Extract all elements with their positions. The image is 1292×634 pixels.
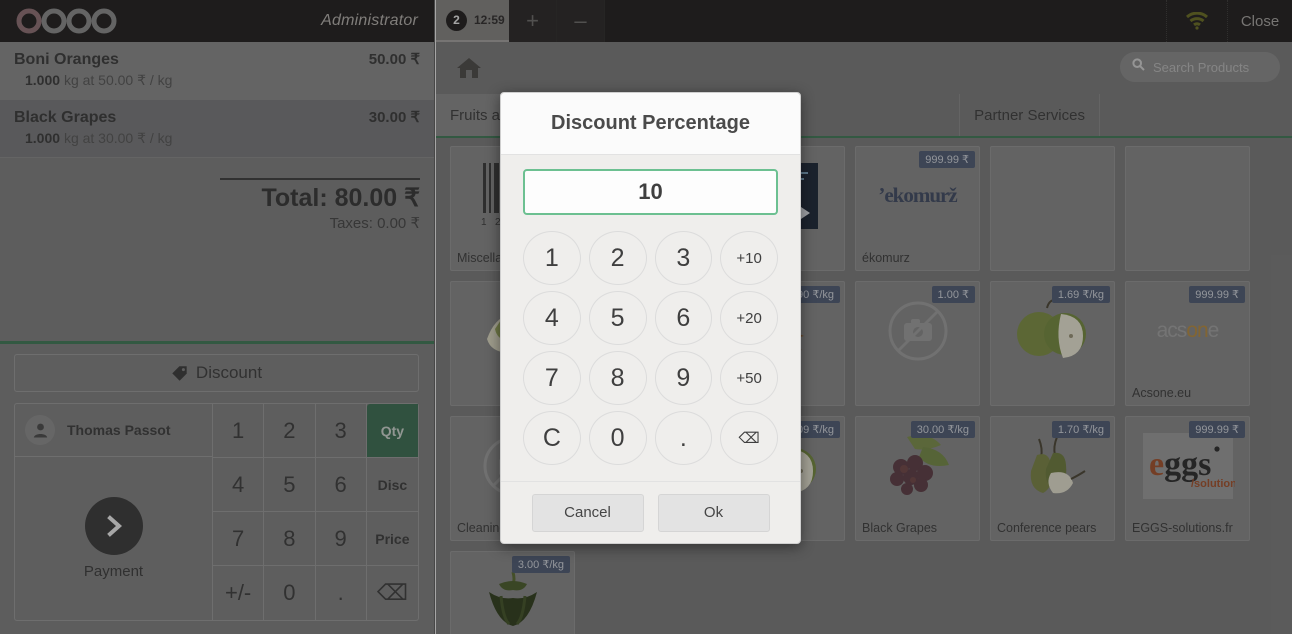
dialog-key-1[interactable]: 1 <box>523 231 581 285</box>
ok-button[interactable]: Ok <box>657 493 770 532</box>
dialog-footer: Cancel Ok <box>501 481 800 543</box>
pos-screen: Administrator Boni Oranges 50.00 ₹1.000 k… <box>0 0 1292 634</box>
dialog-key-[interactable]: ⌫ <box>720 411 778 465</box>
dialog-key-+10[interactable]: +10 <box>720 231 778 285</box>
dialog-key-3[interactable]: 3 <box>654 231 713 285</box>
dialog-key-5[interactable]: 5 <box>588 291 647 345</box>
cancel-button[interactable]: Cancel <box>531 493 644 532</box>
dialog-key-+20[interactable]: +20 <box>720 291 778 345</box>
dialog-key-0[interactable]: 0 <box>588 411 647 465</box>
discount-value: 10 <box>638 179 663 204</box>
dialog-key-+50[interactable]: +50 <box>720 351 778 405</box>
dialog-key-c[interactable]: C <box>523 411 581 465</box>
dialog-key-4[interactable]: 4 <box>523 291 581 345</box>
dialog-keypad: 1 2 3 +10 4 5 6 +20 7 8 9 +50 C 0. ⌫ <box>523 231 778 465</box>
dialog-title: Discount Percentage <box>551 112 750 134</box>
discount-value-input[interactable]: 10 <box>523 169 778 215</box>
dialog-key-8[interactable]: 8 <box>588 351 647 405</box>
dialog-header: Discount Percentage <box>501 93 800 155</box>
dialog-key-[interactable]: . <box>654 411 713 465</box>
dialog-key-2[interactable]: 2 <box>588 231 647 285</box>
dialog-key-7[interactable]: 7 <box>523 351 581 405</box>
discount-dialog: Discount Percentage 10 1 2 3 +10 4 5 6 +20 7 8 9 +5… <box>500 92 801 544</box>
dialog-key-6[interactable]: 6 <box>654 291 713 345</box>
dialog-key-9[interactable]: 9 <box>654 351 713 405</box>
dialog-body: 10 1 2 3 +10 4 5 6 +20 7 8 9 +50 C 0. ⌫ <box>501 155 800 481</box>
